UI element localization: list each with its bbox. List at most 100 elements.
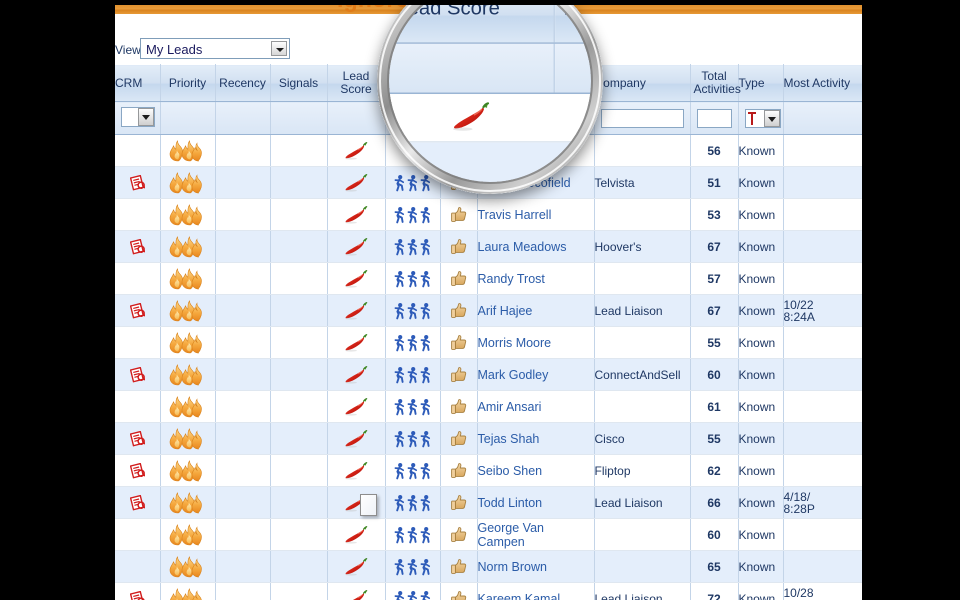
- cell-crm: [115, 390, 161, 423]
- table-row[interactable]: Todd Linton Lead Liaison 66 Known 4/18/8:28P: [115, 486, 862, 519]
- total-activities-filter-input[interactable]: [696, 108, 732, 128]
- col-header-total-activities[interactable]: Total Activities: [690, 64, 741, 102]
- prospect-link[interactable]: Norm Brown: [478, 560, 547, 574]
- cell-total-activities: 62: [690, 454, 739, 487]
- cell-prospect[interactable]: Norm Brown: [477, 550, 595, 583]
- table-row[interactable]: Mark Godley ConnectAndSell 60 Known: [115, 358, 862, 391]
- cell-lead-score: [327, 326, 386, 359]
- most-activity-date: 10/22: [783, 297, 814, 312]
- prospect-link[interactable]: Amir Ansari: [478, 400, 542, 414]
- prospect-link[interactable]: Mark Godley: [478, 368, 549, 382]
- prospect-link[interactable]: Seibo Shen: [478, 464, 543, 478]
- col-header-crm[interactable]: CRM: [115, 64, 161, 102]
- prospect-link[interactable]: Christopher Cox: [478, 144, 568, 158]
- company-filter-input[interactable]: [600, 108, 684, 128]
- cell-recency: [215, 134, 271, 167]
- col-header-prospect[interactable]: Prospect: [477, 64, 595, 102]
- col-header-signals[interactable]: Signals: [270, 64, 328, 102]
- col-header-recency[interactable]: Recency: [215, 64, 271, 102]
- chevron-down-icon[interactable]: [138, 107, 154, 126]
- prospect-link[interactable]: George Van Campen: [478, 521, 544, 549]
- table-row[interactable]: Morris Moore 55 Known: [115, 326, 862, 359]
- cell-prospect[interactable]: Kareem Kamal: [477, 582, 595, 600]
- col-header-most-activity[interactable]: Most Activity: [783, 64, 862, 102]
- table-row[interactable]: Laura Meadows Hoover's 67 Known: [115, 230, 862, 263]
- flame-icon: [169, 171, 202, 193]
- cell-prospect[interactable]: George Van Campen: [477, 518, 595, 551]
- col-header-lead-score[interactable]: Lead Score: [327, 64, 386, 102]
- prospect-link[interactable]: Arif Hajee: [478, 304, 533, 318]
- cell-company: Hoover's: [594, 230, 691, 263]
- prospect-link[interactable]: Danielle Scofield: [478, 176, 571, 190]
- running-icon: [394, 334, 431, 351]
- cell-lead-score: [327, 198, 386, 231]
- cell-company: [594, 198, 691, 231]
- view-label: View: [115, 43, 141, 57]
- cell-priority: [160, 550, 216, 583]
- cell-most-activity: [783, 230, 862, 263]
- crm-filter-select[interactable]: [121, 106, 155, 127]
- table-row[interactable]: Amir Ansari 61 Known: [115, 390, 862, 423]
- cell-crm[interactable]: [115, 358, 161, 391]
- chevron-down-icon[interactable]: [763, 109, 780, 127]
- table-row[interactable]: Kareem Kamal Lead Liaison72Known10/285:14…: [115, 582, 862, 600]
- table-row[interactable]: Arif Hajee Lead Liaison 67 Known 10/22 8:24A: [115, 294, 862, 327]
- table-row[interactable]: Seibo Shen Fliptop 62 Known: [115, 454, 862, 487]
- cell-company: [594, 550, 691, 583]
- prospect-link[interactable]: Tejas Shah: [478, 432, 540, 446]
- prospect-filter-input[interactable]: [483, 108, 588, 128]
- chili-icon: [345, 301, 368, 320]
- table-row[interactable]: Travis Harrell 53 Known: [115, 198, 862, 231]
- col-header-activity[interactable]: Activity: [385, 64, 441, 102]
- cell-prospect[interactable]: Randy Trost: [477, 262, 595, 295]
- cell-crm[interactable]: [115, 454, 161, 487]
- table-row[interactable]: Randy Trost 57 Known: [115, 262, 862, 295]
- cell-prospect[interactable]: Danielle Scofield: [477, 166, 595, 199]
- prospect-link[interactable]: Kareem Kamal: [478, 592, 561, 600]
- table-row[interactable]: George Van Campen 60 Known: [115, 518, 862, 551]
- cell-prospect[interactable]: Todd Linton: [477, 486, 595, 519]
- col-header-priority[interactable]: Priority: [160, 64, 216, 102]
- prospect-link[interactable]: Todd Linton: [478, 496, 543, 510]
- table-row[interactable]: Danielle Scofield Telvista 51 Known: [115, 166, 862, 199]
- type-filter-select[interactable]: [744, 108, 781, 128]
- col-header-lead-grade[interactable]: Lead Grade: [440, 64, 478, 102]
- prospect-link[interactable]: Morris Moore: [478, 336, 552, 350]
- cell-prospect[interactable]: Christopher Cox: [477, 134, 595, 167]
- cell-prospect[interactable]: Amir Ansari: [477, 390, 595, 423]
- cell-activity: [385, 518, 441, 551]
- cell-crm[interactable]: [115, 422, 161, 455]
- chili-icon: [345, 461, 368, 480]
- cell-prospect[interactable]: Arif Hajee: [477, 294, 595, 327]
- table-row[interactable]: Christopher Cox 56 Known: [115, 134, 862, 167]
- cell-prospect[interactable]: Laura Meadows: [477, 230, 595, 263]
- cell-crm[interactable]: [115, 582, 161, 600]
- table-row[interactable]: Tejas Shah Cisco 55 Known: [115, 422, 862, 455]
- cell-crm[interactable]: [115, 486, 161, 519]
- running-icon: [394, 238, 431, 255]
- cell-prospect[interactable]: Seibo Shen: [477, 454, 595, 487]
- cell-prospect[interactable]: Morris Moore: [477, 326, 595, 359]
- prospect-link[interactable]: Randy Trost: [478, 272, 545, 286]
- prospect-link[interactable]: Travis Harrell: [478, 208, 552, 222]
- cell-total-activities: 66: [690, 486, 739, 519]
- table-row[interactable]: Norm Brown 65 Known: [115, 550, 862, 583]
- cell-activity: [385, 326, 441, 359]
- cell-prospect[interactable]: Mark Godley: [477, 358, 595, 391]
- col-header-company[interactable]: Company: [594, 64, 691, 102]
- cell-lead-grade: [440, 262, 478, 295]
- cell-lead-grade: [440, 230, 478, 263]
- cell-crm[interactable]: [115, 294, 161, 327]
- chili-icon: [345, 397, 368, 416]
- cell-lead-score: [327, 134, 386, 167]
- chevron-down-icon[interactable]: [271, 41, 287, 56]
- col-header-type[interactable]: Type: [738, 64, 784, 102]
- prospect-link[interactable]: Laura Meadows: [478, 240, 567, 254]
- cell-prospect[interactable]: Tejas Shah: [477, 422, 595, 455]
- cell-lead-grade: [440, 582, 478, 600]
- cell-crm[interactable]: [115, 230, 161, 263]
- cell-prospect[interactable]: Travis Harrell: [477, 198, 595, 231]
- cell-most-activity: [783, 198, 862, 231]
- view-select[interactable]: My Leads: [140, 38, 290, 59]
- cell-crm[interactable]: [115, 166, 161, 199]
